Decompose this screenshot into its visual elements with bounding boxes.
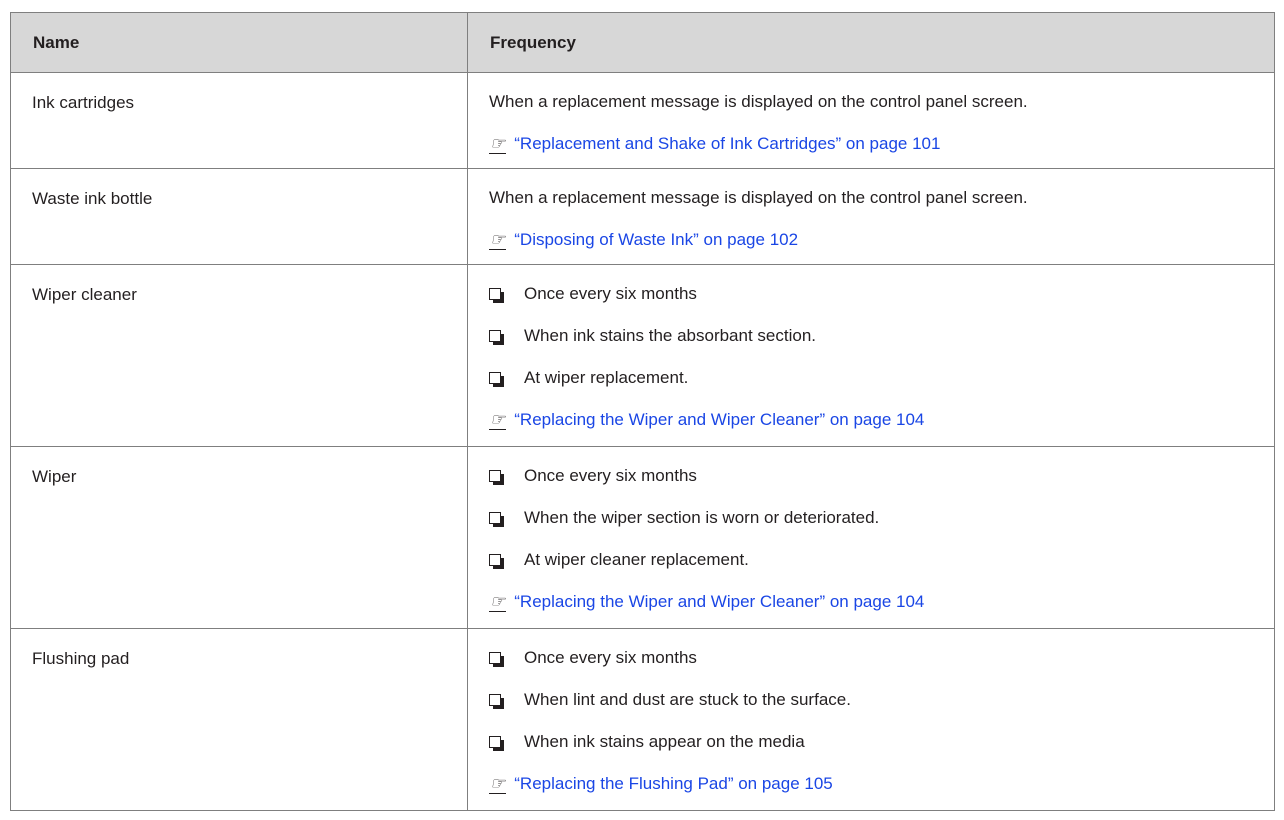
reference-arrow-icon: ☞ (489, 774, 507, 794)
reference-link[interactable]: ☞ “Replacing the Flushing Pad” on page 10… (489, 772, 1252, 808)
frequency-text: When a replacement message is displayed … (489, 92, 1028, 111)
reference-arrow-icon: ☞ (489, 592, 507, 612)
list-item: At wiper replacement. (489, 366, 1252, 408)
list-item: At wiper cleaner replacement. (489, 548, 1252, 590)
list-item: When ink stains the absorbant section. (489, 324, 1252, 366)
row-name: Wiper (10, 446, 468, 629)
frequency-text: When a replacement message is displayed … (489, 188, 1028, 207)
reference-arrow-icon: ☞ (489, 134, 507, 154)
checkbox-icon (489, 330, 504, 345)
row-frequency: Once every six months When the wiper sec… (467, 446, 1275, 629)
checkbox-icon (489, 736, 504, 751)
row-frequency: When a replacement message is displayed … (467, 72, 1275, 169)
list-item: Once every six months (489, 464, 1252, 506)
reference-link-text[interactable]: “Replacing the Wiper and Wiper Cleaner” … (514, 410, 924, 429)
table-row: Wiper cleaner Once every six months When… (10, 264, 1275, 447)
table-row: Wiper Once every six months When the wip… (10, 446, 1275, 629)
table-row: Waste ink bottle When a replacement mess… (10, 168, 1275, 265)
list-item: When the wiper section is worn or deteri… (489, 506, 1252, 548)
row-frequency: Once every six months When ink stains th… (467, 264, 1275, 447)
table-row: Flushing pad Once every six months When … (10, 628, 1275, 811)
reference-link-text[interactable]: “Replacement and Shake of Ink Cartridges… (514, 134, 940, 153)
checkbox-icon (489, 652, 504, 667)
reference-link-text[interactable]: “Replacing the Flushing Pad” on page 105 (514, 774, 833, 793)
list-item: When ink stains appear on the media (489, 730, 1252, 772)
table-row: Ink cartridges When a replacement messag… (10, 72, 1275, 169)
reference-link[interactable]: ☞ “Replacement and Shake of Ink Cartridge… (489, 132, 1252, 168)
row-frequency: When a replacement message is displayed … (467, 168, 1275, 265)
reference-link[interactable]: ☞ “Replacing the Wiper and Wiper Cleaner”… (489, 408, 1252, 444)
list-item: When lint and dust are stuck to the surf… (489, 688, 1252, 730)
list-item: Once every six months (489, 646, 1252, 688)
reference-link[interactable]: ☞ “Replacing the Wiper and Wiper Cleaner”… (489, 590, 1252, 626)
row-name: Wiper cleaner (10, 264, 468, 447)
row-name: Ink cartridges (10, 72, 468, 169)
header-frequency: Frequency (467, 12, 1275, 73)
checkbox-icon (489, 554, 504, 569)
row-frequency: Once every six months When lint and dust… (467, 628, 1275, 811)
row-name: Flushing pad (10, 628, 468, 811)
checkbox-icon (489, 470, 504, 485)
reference-link-text[interactable]: “Replacing the Wiper and Wiper Cleaner” … (514, 592, 924, 611)
list-item: Once every six months (489, 282, 1252, 324)
reference-arrow-icon: ☞ (489, 230, 507, 250)
row-name: Waste ink bottle (10, 168, 468, 265)
reference-link[interactable]: ☞ “Disposing of Waste Ink” on page 102 (489, 228, 1252, 264)
reference-link-text[interactable]: “Disposing of Waste Ink” on page 102 (514, 230, 798, 249)
checkbox-icon (489, 288, 504, 303)
header-name: Name (10, 12, 468, 73)
checkbox-icon (489, 372, 504, 387)
maintenance-table: Name Frequency Ink cartridges When a rep… (10, 12, 1275, 811)
table-header-row: Name Frequency (10, 12, 1275, 73)
checkbox-icon (489, 694, 504, 709)
checkbox-icon (489, 512, 504, 527)
reference-arrow-icon: ☞ (489, 410, 507, 430)
